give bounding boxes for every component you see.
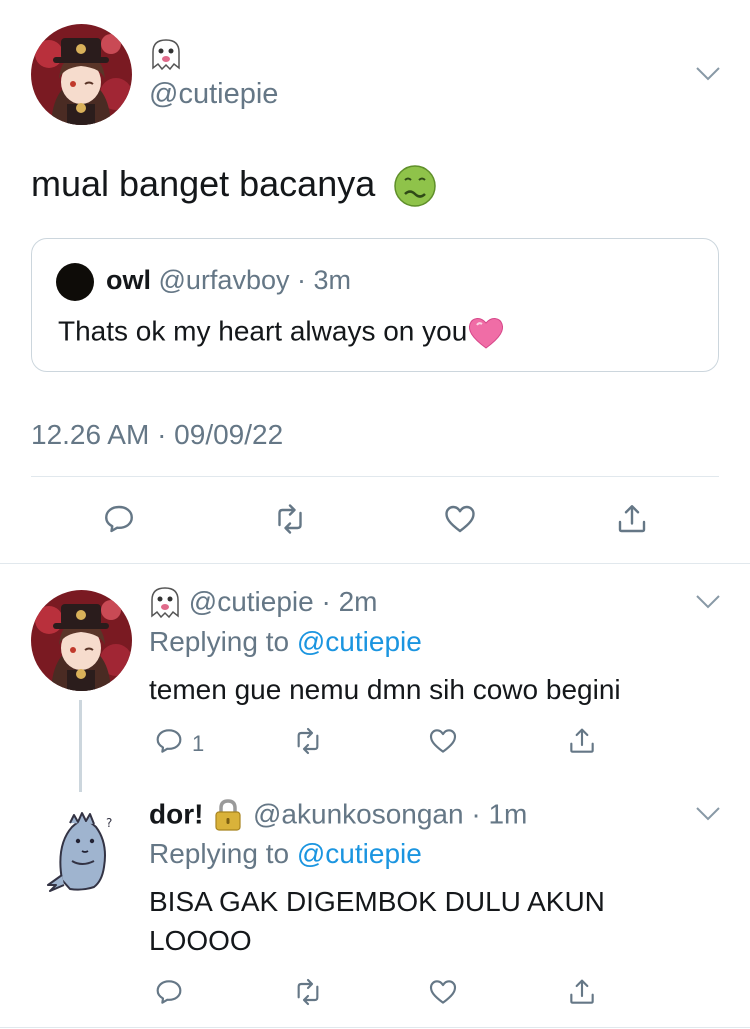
reply2-replying-to: Replying to @cutiepie: [149, 838, 422, 870]
share-icon: [570, 728, 594, 753]
retweet-icon: [278, 504, 302, 534]
reply2-text-line1: BISA GAK DIGEMBOK DULU AKUN: [149, 886, 605, 917]
lock-emoji: [211, 798, 245, 834]
reply2-name[interactable]: dor!: [149, 798, 203, 829]
reply-button[interactable]: [97, 497, 141, 541]
reply-button[interactable]: [147, 970, 191, 1014]
reply1-replying-to: Replying to @cutiepie: [149, 626, 422, 658]
quoted-text-content: Thats ok my heart always on you: [58, 315, 468, 347]
bottom-divider: [0, 1027, 750, 1028]
avatar-dinosaur[interactable]: ?: [42, 805, 122, 893]
replying-to-link[interactable]: @cutiepie: [297, 626, 422, 657]
like-button[interactable]: [438, 497, 482, 541]
nauseated-face-emoji: [393, 164, 437, 209]
chevron-down-icon[interactable]: [695, 806, 721, 822]
share-button[interactable]: [560, 719, 604, 763]
reply-icon: [105, 505, 133, 533]
tweet-handle[interactable]: @cutiepie: [149, 78, 278, 111]
like-button[interactable]: [421, 970, 465, 1014]
share-button[interactable]: [560, 970, 604, 1014]
reply2-time: · 1m: [471, 798, 528, 830]
reply-icon: [156, 729, 182, 753]
reply-icon: [156, 980, 182, 1004]
reply1-text: temen gue nemu dmn sih cowo begini: [149, 674, 621, 705]
share-icon: [618, 505, 646, 533]
svg-text:?: ?: [106, 816, 112, 830]
reply1-handle[interactable]: @cutiepie: [189, 586, 314, 617]
retweet-button[interactable]: [286, 719, 330, 763]
heart-icon: [429, 729, 457, 753]
avatar-cutiepie[interactable]: [31, 24, 132, 125]
quoted-time: · 3m: [297, 265, 351, 295]
heart-icon: [445, 505, 475, 533]
replying-to-label: Replying to: [149, 626, 290, 657]
chevron-down-icon[interactable]: [695, 66, 721, 82]
divider: [31, 476, 719, 477]
retweet-icon: [297, 727, 319, 755]
retweet-icon: [297, 978, 319, 1006]
reply2-header: dor! @akunkosongan · 1m: [149, 798, 527, 834]
quoted-avatar: [56, 263, 94, 301]
retweet-button[interactable]: [268, 497, 312, 541]
tweet-text: mual banget bacanya: [31, 163, 437, 209]
pink-heart-emoji: [467, 315, 505, 351]
reply1-header: @cutiepie · 2m: [149, 586, 378, 621]
ghost-emoji: [150, 38, 182, 72]
tweet-timestamp[interactable]: 12.26 AM · 09/09/22: [31, 419, 283, 451]
replying-to-link[interactable]: @cutiepie: [297, 838, 422, 869]
tweet-text-content: mual banget bacanya: [31, 163, 376, 204]
reply1-time: · 2m: [321, 586, 378, 617]
section-divider: [0, 563, 750, 564]
quoted-tweet-card[interactable]: owl @urfavboy · 3m Thats ok my heart alw…: [31, 238, 719, 372]
thread-line: [79, 700, 82, 792]
reply2-text-line2: LOOOO: [149, 925, 252, 956]
avatar-cutiepie-reply[interactable]: [31, 590, 132, 691]
reply2-handle[interactable]: @akunkosongan: [253, 798, 464, 829]
share-button[interactable]: [610, 497, 654, 541]
quoted-handle: @urfavboy: [158, 265, 290, 295]
like-button[interactable]: [421, 719, 465, 763]
quoted-name: owl: [106, 265, 151, 295]
reply-count: 1: [192, 731, 205, 756]
replying-to-label: Replying to: [149, 838, 290, 869]
heart-icon: [429, 980, 457, 1004]
ghost-emoji: [149, 586, 181, 621]
retweet-button[interactable]: [286, 970, 330, 1014]
chevron-down-icon[interactable]: [695, 594, 721, 610]
reply-button[interactable]: [147, 719, 191, 763]
quoted-text: Thats ok my heart always on you: [58, 315, 505, 351]
quoted-header: owl @urfavboy · 3m: [106, 265, 351, 296]
share-icon: [570, 979, 594, 1004]
